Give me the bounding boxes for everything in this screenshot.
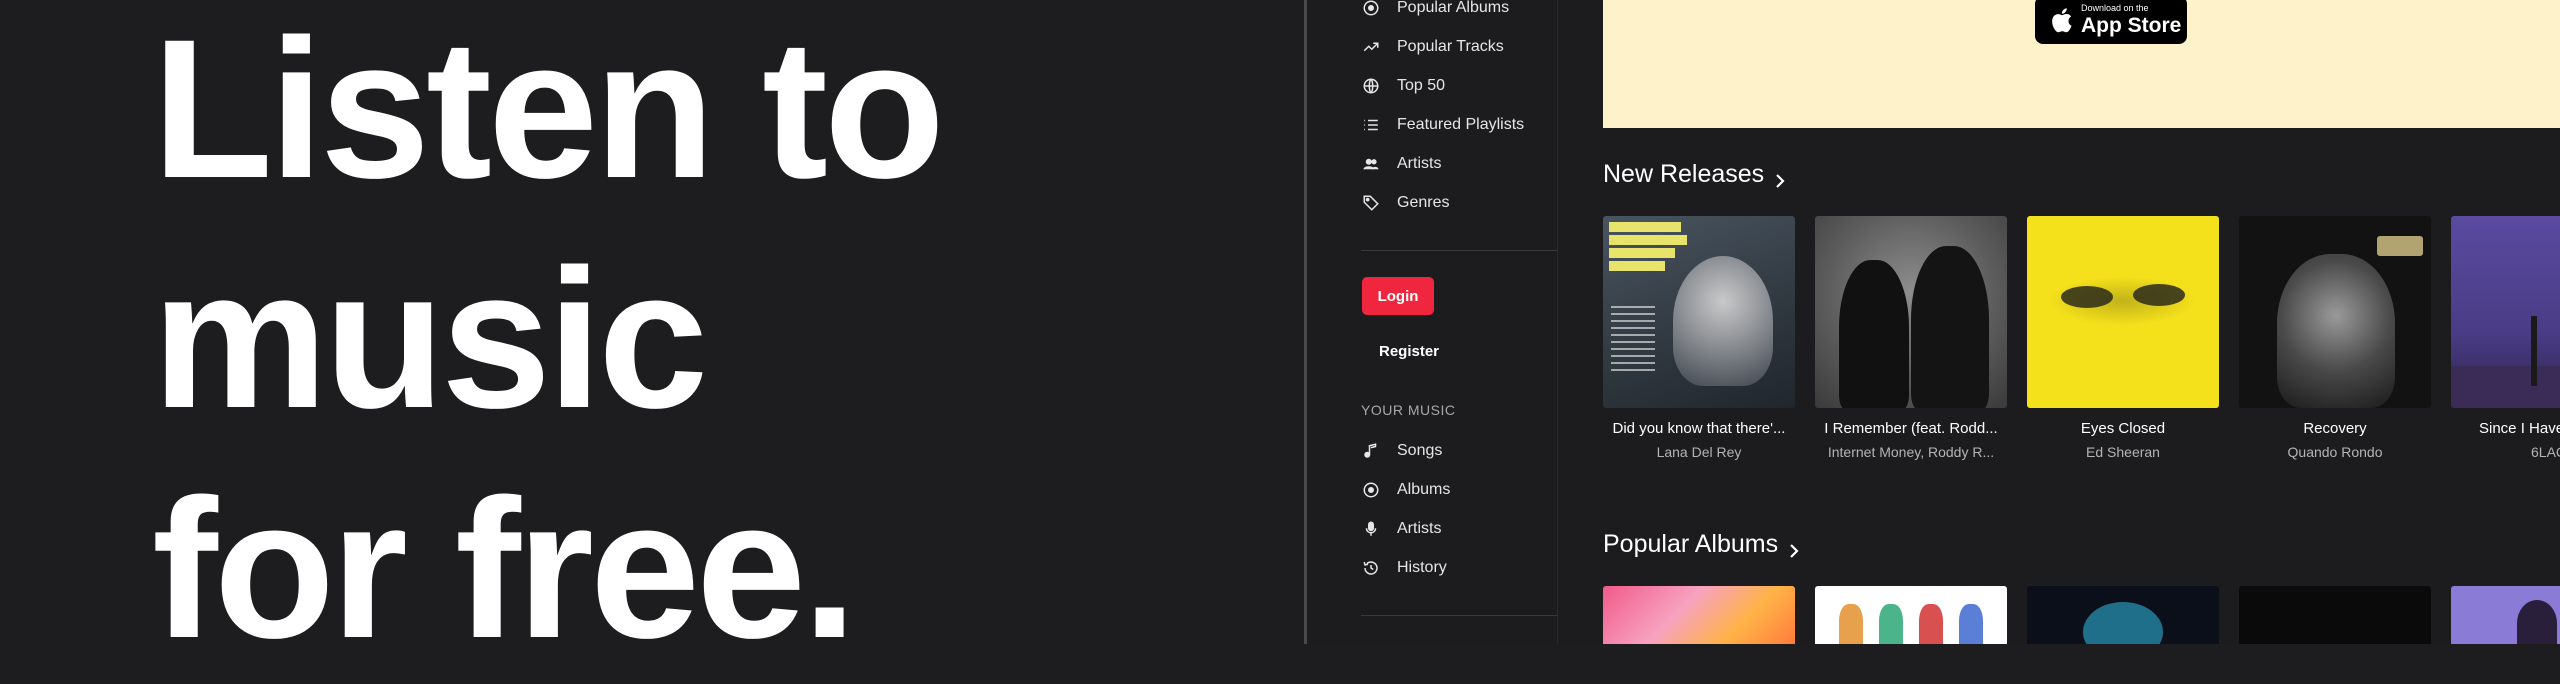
apple-logo-icon — [2049, 6, 2073, 34]
album-cover — [1603, 216, 1795, 408]
popular-albums-heading[interactable]: Popular Albums — [1603, 530, 1800, 559]
album-artist[interactable]: 6LAC — [2451, 444, 2560, 460]
album-card[interactable]: Since I Have 6LAC — [2451, 216, 2560, 460]
login-button[interactable]: Login — [1362, 277, 1434, 315]
register-link[interactable]: Register — [1379, 343, 1439, 360]
album-artist[interactable]: Quando Rondo — [2239, 444, 2431, 460]
main-content: Download on the App Store New Releases D… — [1603, 0, 2560, 644]
sidebar-divider — [1361, 250, 1557, 251]
sidebar-item-label: Popular Albums — [1397, 0, 1510, 16]
album-cover[interactable] — [2239, 586, 2431, 644]
album-title: Recovery — [2303, 420, 2367, 437]
globe-icon — [1361, 76, 1381, 96]
sidebar-item-artists[interactable]: Artists — [1361, 149, 1441, 179]
hero-headline: Listen to music for free. — [152, 0, 1252, 684]
app-store-big-text: App Store — [2081, 14, 2182, 37]
sidebar-item-history[interactable]: History — [1361, 553, 1447, 583]
album-cover — [2027, 216, 2219, 408]
sidebar-item-label: Artists — [1397, 520, 1442, 537]
album-cover — [2451, 216, 2560, 408]
app-store-small-text: Download on the — [2081, 3, 2149, 13]
album-title: Did you know that there'... — [1612, 420, 1786, 437]
disc-icon — [1361, 0, 1381, 18]
album-artist[interactable]: Ed Sheeran — [2027, 444, 2219, 460]
sidebar-item-featured-playlists[interactable]: Featured Playlists — [1361, 110, 1524, 140]
chevron-right-icon — [1774, 167, 1786, 188]
app-promo-banner: Download on the App Store — [1603, 0, 2560, 128]
your-music-heading: YOUR MUSIC — [1361, 402, 1456, 418]
hero-line-1: Listen to — [152, 0, 945, 219]
sidebar-item-label: Featured Playlists — [1397, 116, 1525, 133]
sidebar-item-label: History — [1397, 559, 1447, 576]
people-icon — [1361, 154, 1381, 174]
disc-icon — [1361, 480, 1381, 500]
sidebar-item-label: Albums — [1397, 481, 1451, 498]
music-note-icon — [1361, 441, 1381, 461]
album-card[interactable]: Eyes Closed Ed Sheeran — [2027, 216, 2219, 460]
sidebar-item-label: Popular Tracks — [1397, 38, 1504, 55]
album-card[interactable]: Recovery Quando Rondo — [2239, 216, 2431, 460]
album-card[interactable]: I Remember (feat. Rodd... Internet Money… — [1815, 216, 2007, 460]
new-releases-heading[interactable]: New Releases — [1603, 160, 1786, 189]
new-releases-title: New Releases — [1603, 160, 1765, 188]
album-card[interactable]: Did you know that there'... Lana Del Rey — [1603, 216, 1795, 460]
history-icon — [1361, 558, 1381, 578]
album-cover[interactable] — [2027, 586, 2219, 644]
sidebar-item-genres[interactable]: Genres — [1361, 188, 1449, 218]
microphone-icon — [1361, 519, 1381, 539]
sidebar-item-songs[interactable]: Songs — [1361, 436, 1442, 466]
trending-icon — [1361, 37, 1381, 57]
sidebar-item-label: Top 50 — [1397, 77, 1446, 94]
sidebar-item-top-50[interactable]: Top 50 — [1361, 71, 1445, 101]
hero-line-2: music — [152, 228, 708, 449]
album-title: I Remember (feat. Rodd... — [1824, 420, 1998, 437]
sidebar-item-label: Genres — [1397, 194, 1450, 211]
chevron-right-icon — [1788, 537, 1800, 558]
app-store-badge[interactable]: Download on the App Store — [2035, 0, 2187, 44]
sidebar-item-albums[interactable]: Albums — [1361, 475, 1450, 505]
sidebar: Popular Albums Popular Tracks Top 50 Fea… — [1307, 0, 1558, 644]
album-cover[interactable] — [1815, 586, 2007, 644]
sidebar-item-my-artists[interactable]: Artists — [1361, 514, 1441, 544]
sidebar-item-label: Artists — [1397, 155, 1442, 172]
hero-line-3: for free. — [152, 458, 857, 679]
list-icon — [1361, 115, 1381, 135]
album-cover — [2239, 216, 2431, 408]
app-preview-frame: Popular Albums Popular Tracks Top 50 Fea… — [1304, 0, 2560, 644]
sidebar-divider — [1361, 615, 1557, 616]
popular-albums-title: Popular Albums — [1603, 530, 1779, 558]
tag-icon — [1361, 193, 1381, 213]
album-title: Since I Have — [2479, 420, 2560, 437]
sidebar-item-popular-albums[interactable]: Popular Albums — [1361, 0, 1509, 23]
album-artist[interactable]: Lana Del Rey — [1603, 444, 1795, 460]
album-cover[interactable] — [2451, 586, 2560, 644]
album-title: Eyes Closed — [2080, 420, 2166, 437]
sidebar-item-label: Songs — [1397, 442, 1443, 459]
album-cover — [1815, 216, 2007, 408]
sidebar-item-popular-tracks[interactable]: Popular Tracks — [1361, 32, 1504, 62]
album-cover[interactable] — [1603, 586, 1795, 644]
album-artist[interactable]: Internet Money, Roddy R... — [1815, 444, 2007, 460]
